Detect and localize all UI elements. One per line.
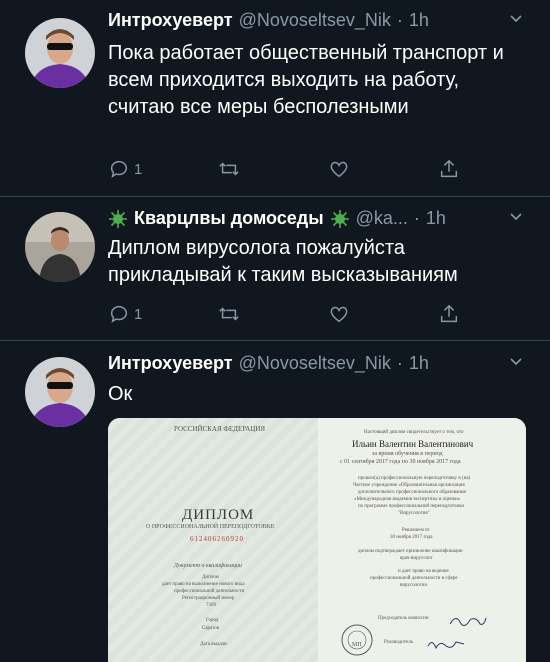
diploma-image[interactable]: РОССИЙСКАЯ ФЕДЕРАЦИЯ ДИПЛОМ О ПРОФЕССИОН… (108, 418, 526, 662)
diploma-period-1: за время обучения в период (372, 451, 443, 457)
reply-count: 1 (134, 305, 143, 323)
avatar[interactable] (25, 212, 95, 282)
like-button[interactable] (328, 303, 350, 325)
share-icon (440, 159, 458, 178)
tweet-2[interactable]: Кварцлвы домоседы @ka... · 1h Диплом вир… (0, 197, 550, 340)
diploma-city-label: Город (206, 618, 219, 623)
diploma-signature-icon (427, 641, 465, 650)
diploma-r6: "Вирусология" (398, 511, 430, 516)
diploma-city: Саратов (202, 626, 220, 631)
diploma-head: Руководитель (384, 640, 414, 645)
tweet-actions: 1 (108, 303, 508, 331)
reply-count: 1 (134, 160, 143, 178)
diploma-header-right: Настоящий диплом свидетельствует о том, … (364, 430, 464, 435)
diploma-r10: профессиональной деятельности в сфере (370, 576, 458, 581)
tweet-header: Интрохуеверт @Novoseltsev_Nik · 1h (108, 353, 429, 374)
chevron-down-icon[interactable] (508, 10, 524, 31)
separator: · (413, 208, 420, 228)
diploma-r4: «Международная академия экспертизы и оце… (354, 497, 461, 502)
timestamp[interactable]: 1h (426, 208, 446, 229)
virus-icon (109, 209, 127, 228)
diploma-reg-label: Регистрационный номер (182, 596, 235, 601)
diploma-subtitle: О ПРОФЕССИОНАЛЬНОЙ ПЕРЕПОДГОТОВКЕ (146, 524, 275, 530)
diploma-seal-icon (341, 624, 373, 656)
tweet-header: Интрохуеверт @Novoseltsev_Nik · 1h (108, 10, 429, 31)
reply-icon (110, 305, 127, 323)
heart-icon (330, 161, 348, 178)
tweet-actions: 1 (108, 158, 508, 186)
reply-icon (110, 160, 127, 178)
diploma-signature-icon (449, 617, 487, 626)
diploma-chair: Председатель комиссии (378, 616, 429, 621)
separator: · (396, 10, 403, 30)
heart-icon (330, 306, 348, 323)
avatar[interactable] (25, 357, 95, 427)
diploma-r1: прошел(а) профессиональную переподготовк… (358, 476, 471, 481)
author-name[interactable]: Кварцлвы домоседы (134, 208, 324, 229)
author-handle[interactable]: @Novoseltsev_Nik (239, 353, 391, 374)
diploma-r3: дополнительного профессионального образо… (358, 490, 466, 495)
tweet-header: Кварцлвы домоседы @ka... · 1h (108, 208, 446, 229)
diploma-r8: врач-вирусолог (400, 556, 433, 561)
retweet-icon (219, 162, 239, 176)
diploma-r5: по программе профессиональной переподгот… (358, 504, 464, 509)
share-button[interactable] (438, 158, 460, 180)
like-button[interactable] (328, 158, 350, 180)
diploma-left-text-3: профессиональной деятельности (174, 589, 245, 594)
diploma-left-text-1: Диплом (202, 575, 219, 580)
diploma-person: Ильин Валентин Валентинович (352, 439, 474, 449)
tweet-text: Пока работает общественный транспорт и в… (108, 42, 504, 118)
share-icon (440, 304, 458, 323)
author-handle[interactable]: @Novoseltsev_Nik (239, 10, 391, 31)
diploma-left-text-2: дает право на выполнение нового вида (162, 582, 245, 587)
timestamp[interactable]: 1h (409, 10, 429, 31)
tweet-text: Ок (108, 383, 133, 405)
retweet-button[interactable] (218, 303, 240, 325)
diploma-period-2: с 01 сентября 2017 года по 30 ноября 201… (340, 459, 461, 465)
diploma-country: РОССИЙСКАЯ ФЕДЕРАЦИЯ (174, 425, 266, 433)
virus-icon (330, 209, 349, 228)
chevron-down-icon[interactable] (508, 353, 524, 374)
diploma-r11: вирусологии (400, 583, 428, 588)
author-handle[interactable]: @ka... (356, 208, 408, 229)
diploma-r2: Частное учреждение «Образовательная орга… (353, 483, 465, 488)
tweet-text: Диплом вирусолога пожалуйста прикладывай… (108, 237, 458, 286)
diploma-reg-number: 7309 (206, 603, 216, 608)
diploma-title: ДИПЛОМ (182, 507, 255, 523)
retweet-button[interactable] (218, 158, 240, 180)
avatar[interactable] (25, 18, 95, 88)
separator: · (396, 353, 403, 373)
diploma-r7: диплом подтверждает присвоение квалифика… (358, 549, 463, 554)
author-name[interactable]: Интрохуеверт (108, 10, 233, 31)
diploma-r9: и дает право на ведение (398, 569, 449, 574)
retweet-icon (219, 307, 239, 321)
timestamp[interactable]: 1h (409, 353, 429, 374)
diploma-decision-date: 30 ноября 2017 года (390, 535, 433, 540)
author-name[interactable]: Интрохуеверт (108, 353, 233, 374)
diploma-doc-line: Документ о квалификации (174, 563, 242, 569)
reply-button[interactable]: 1 (108, 303, 142, 325)
tweet-1[interactable]: Интрохуеверт @Novoseltsev_Nik · 1h Пока … (0, 0, 550, 196)
chevron-down-icon[interactable] (508, 208, 524, 229)
share-button[interactable] (438, 303, 460, 325)
diploma-number: 612406260920 (190, 535, 244, 543)
diploma-date-label: Дата выдачи (200, 642, 227, 647)
diploma-decision: Решением от (402, 528, 430, 533)
reply-button[interactable]: 1 (108, 158, 142, 180)
